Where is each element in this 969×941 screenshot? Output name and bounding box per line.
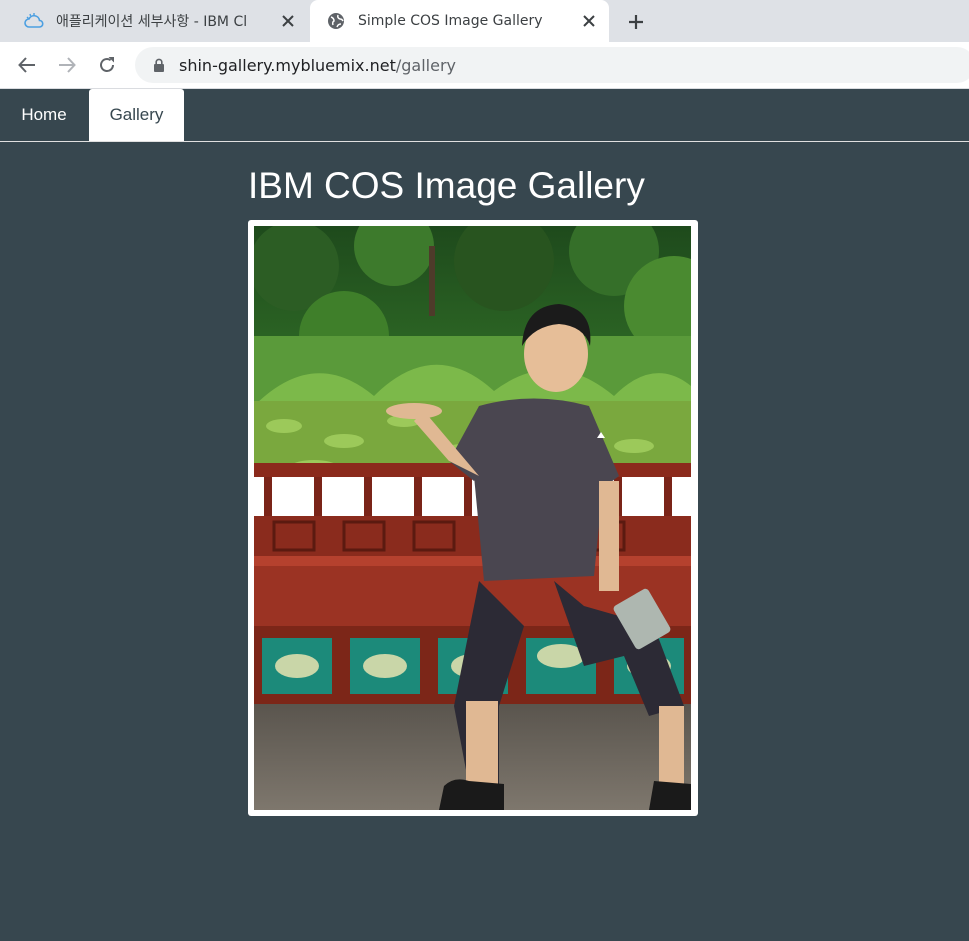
close-icon[interactable] bbox=[278, 11, 298, 31]
url-host: shin-gallery.mybluemix.net bbox=[179, 55, 396, 75]
ibm-cloud-icon bbox=[24, 11, 44, 31]
reload-icon bbox=[100, 57, 114, 72]
browser-tab-strip: 애플리케이션 세부사항 - IBM Cl Simple COS Image Ga… bbox=[0, 0, 969, 42]
browser-tab-ibm-cloud[interactable]: 애플리케이션 세부사항 - IBM Cl bbox=[8, 0, 308, 42]
url-path: /gallery bbox=[395, 55, 457, 75]
gallery-photo[interactable] bbox=[254, 226, 691, 810]
page-content: Home Gallery IBM COS Image Gallery bbox=[0, 89, 969, 941]
address-bar[interactable]: shin-gallery.mybluemix.net/gallery bbox=[135, 47, 969, 83]
lock-icon[interactable] bbox=[151, 57, 167, 73]
reload-button[interactable] bbox=[93, 51, 121, 79]
browser-toolbar: shin-gallery.mybluemix.net/gallery bbox=[0, 42, 969, 89]
nav-gallery-link[interactable]: Gallery bbox=[89, 89, 184, 141]
plus-icon bbox=[629, 15, 643, 29]
nav-home-link[interactable]: Home bbox=[0, 89, 88, 141]
arrow-right-icon bbox=[59, 57, 76, 73]
new-tab-button[interactable] bbox=[622, 8, 650, 36]
arrow-left-icon bbox=[18, 57, 35, 73]
browser-tab-gallery[interactable]: Simple COS Image Gallery bbox=[310, 0, 609, 42]
close-icon[interactable] bbox=[579, 11, 599, 31]
globe-icon bbox=[326, 11, 346, 31]
url-text: shin-gallery.mybluemix.net/gallery bbox=[179, 56, 456, 75]
back-button[interactable] bbox=[13, 51, 41, 79]
page-title: IBM COS Image Gallery bbox=[248, 165, 645, 206]
forward-button[interactable] bbox=[53, 51, 81, 79]
tab-title: 애플리케이션 세부사항 - IBM Cl bbox=[56, 14, 248, 30]
gallery-image-frame bbox=[248, 220, 698, 816]
tab-title: Simple COS Image Gallery bbox=[358, 13, 543, 29]
photo-illustration bbox=[254, 226, 691, 810]
site-navbar: Home Gallery bbox=[0, 89, 969, 142]
